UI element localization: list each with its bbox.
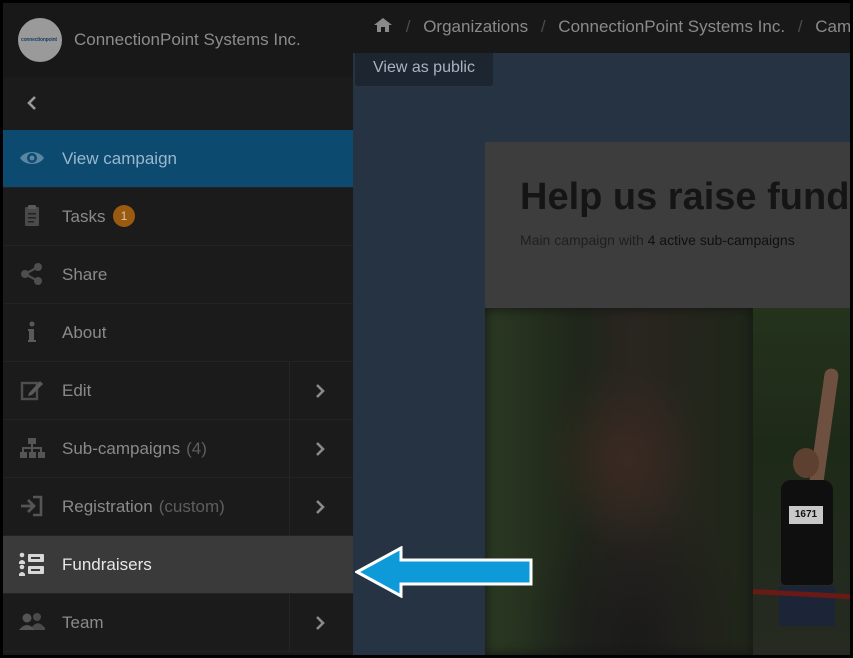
list-icon (19, 552, 44, 576)
chevron-right-icon (316, 442, 325, 456)
sidebar-item-registration[interactable]: Registration (custom) (3, 478, 353, 536)
users-icon (19, 613, 45, 630)
sidebar-item-label: Tasks (62, 207, 106, 226)
org-logo: connectionpoint (18, 18, 62, 62)
sign-in-icon (21, 495, 43, 517)
blurred-photo-area (485, 308, 753, 655)
runner-photo: 1671 (752, 308, 850, 655)
app-window: connectionpoint ConnectionPoint Systems … (3, 3, 850, 655)
sidebar-nav: View campaign Tasks 1 Share About Edit S… (3, 130, 353, 652)
expand-team-button[interactable] (289, 594, 353, 651)
org-header[interactable]: connectionpoint ConnectionPoint Systems … (3, 3, 353, 78)
tasks-count-badge: 1 (113, 205, 135, 227)
info-icon (28, 321, 36, 342)
expand-sub-campaigns-button[interactable] (289, 420, 353, 477)
breadcrumb-organizations[interactable]: Organizations (423, 17, 528, 36)
breadcrumb-campaign[interactable]: Campa (815, 17, 850, 36)
campaign-subtitle: Main campaign with 4 active sub-campaign… (520, 232, 795, 248)
eye-icon (20, 152, 44, 164)
annotation-arrow-icon (355, 546, 533, 598)
chevron-right-icon (316, 384, 325, 398)
sidebar-item-label: Registration (custom) (62, 497, 225, 516)
sub-campaigns-link[interactable]: 4 active sub-campaigns (648, 232, 795, 248)
expand-registration-button[interactable] (289, 478, 353, 535)
topbar: / Organizations / ConnectionPoint System… (353, 3, 850, 53)
campaign-title: Help us raise funds (520, 176, 850, 218)
sidebar-item-label: Edit (62, 381, 92, 400)
race-bib: 1671 (789, 506, 823, 524)
collapse-sidebar-button[interactable] (3, 77, 353, 130)
chevron-right-icon (316, 500, 325, 514)
share-icon (21, 263, 42, 285)
sidebar-item-edit[interactable]: Edit (3, 362, 353, 420)
breadcrumb-separator: / (540, 17, 546, 36)
breadcrumb-separator: / (797, 17, 803, 36)
clipboard-icon (25, 205, 39, 226)
campaign-header-card: Help us raise funds Main campaign with 4… (485, 142, 850, 308)
sidebar-item-label: Team (62, 613, 104, 632)
breadcrumb: / Organizations / ConnectionPoint System… (373, 17, 850, 37)
registration-type: (custom) (158, 497, 225, 516)
chevron-right-icon (316, 616, 325, 630)
sub-campaigns-count: (4) (186, 439, 207, 458)
org-name: ConnectionPoint Systems Inc. (74, 30, 301, 49)
sidebar-item-label: View campaign (62, 149, 177, 168)
sidebar-item-team[interactable]: Team (3, 594, 353, 652)
sidebar-item-label: Sub-campaigns (4) (62, 439, 207, 458)
sidebar-item-label: About (62, 323, 107, 342)
sidebar-item-share[interactable]: Share (3, 246, 353, 304)
edit-icon (20, 381, 43, 401)
sidebar-item-fundraisers[interactable]: Fundraisers (3, 536, 353, 594)
sidebar: connectionpoint ConnectionPoint Systems … (3, 3, 353, 655)
sidebar-item-about[interactable]: About (3, 304, 353, 362)
chevron-left-icon (27, 96, 36, 110)
sitemap-icon (20, 438, 45, 458)
sidebar-item-label: Fundraisers (62, 555, 152, 574)
breadcrumb-org[interactable]: ConnectionPoint Systems Inc. (558, 17, 785, 36)
campaign-cover-image: 1671 (485, 308, 850, 655)
view-as-public-button[interactable]: View as public (355, 53, 493, 86)
expand-edit-button[interactable] (289, 362, 353, 419)
home-icon[interactable] (373, 17, 393, 33)
sidebar-item-label: Share (62, 265, 108, 284)
sidebar-item-view-campaign[interactable]: View campaign (3, 130, 353, 188)
sidebar-item-sub-campaigns[interactable]: Sub-campaigns (4) (3, 420, 353, 478)
sidebar-item-tasks[interactable]: Tasks 1 (3, 188, 353, 246)
breadcrumb-separator: / (405, 17, 411, 36)
